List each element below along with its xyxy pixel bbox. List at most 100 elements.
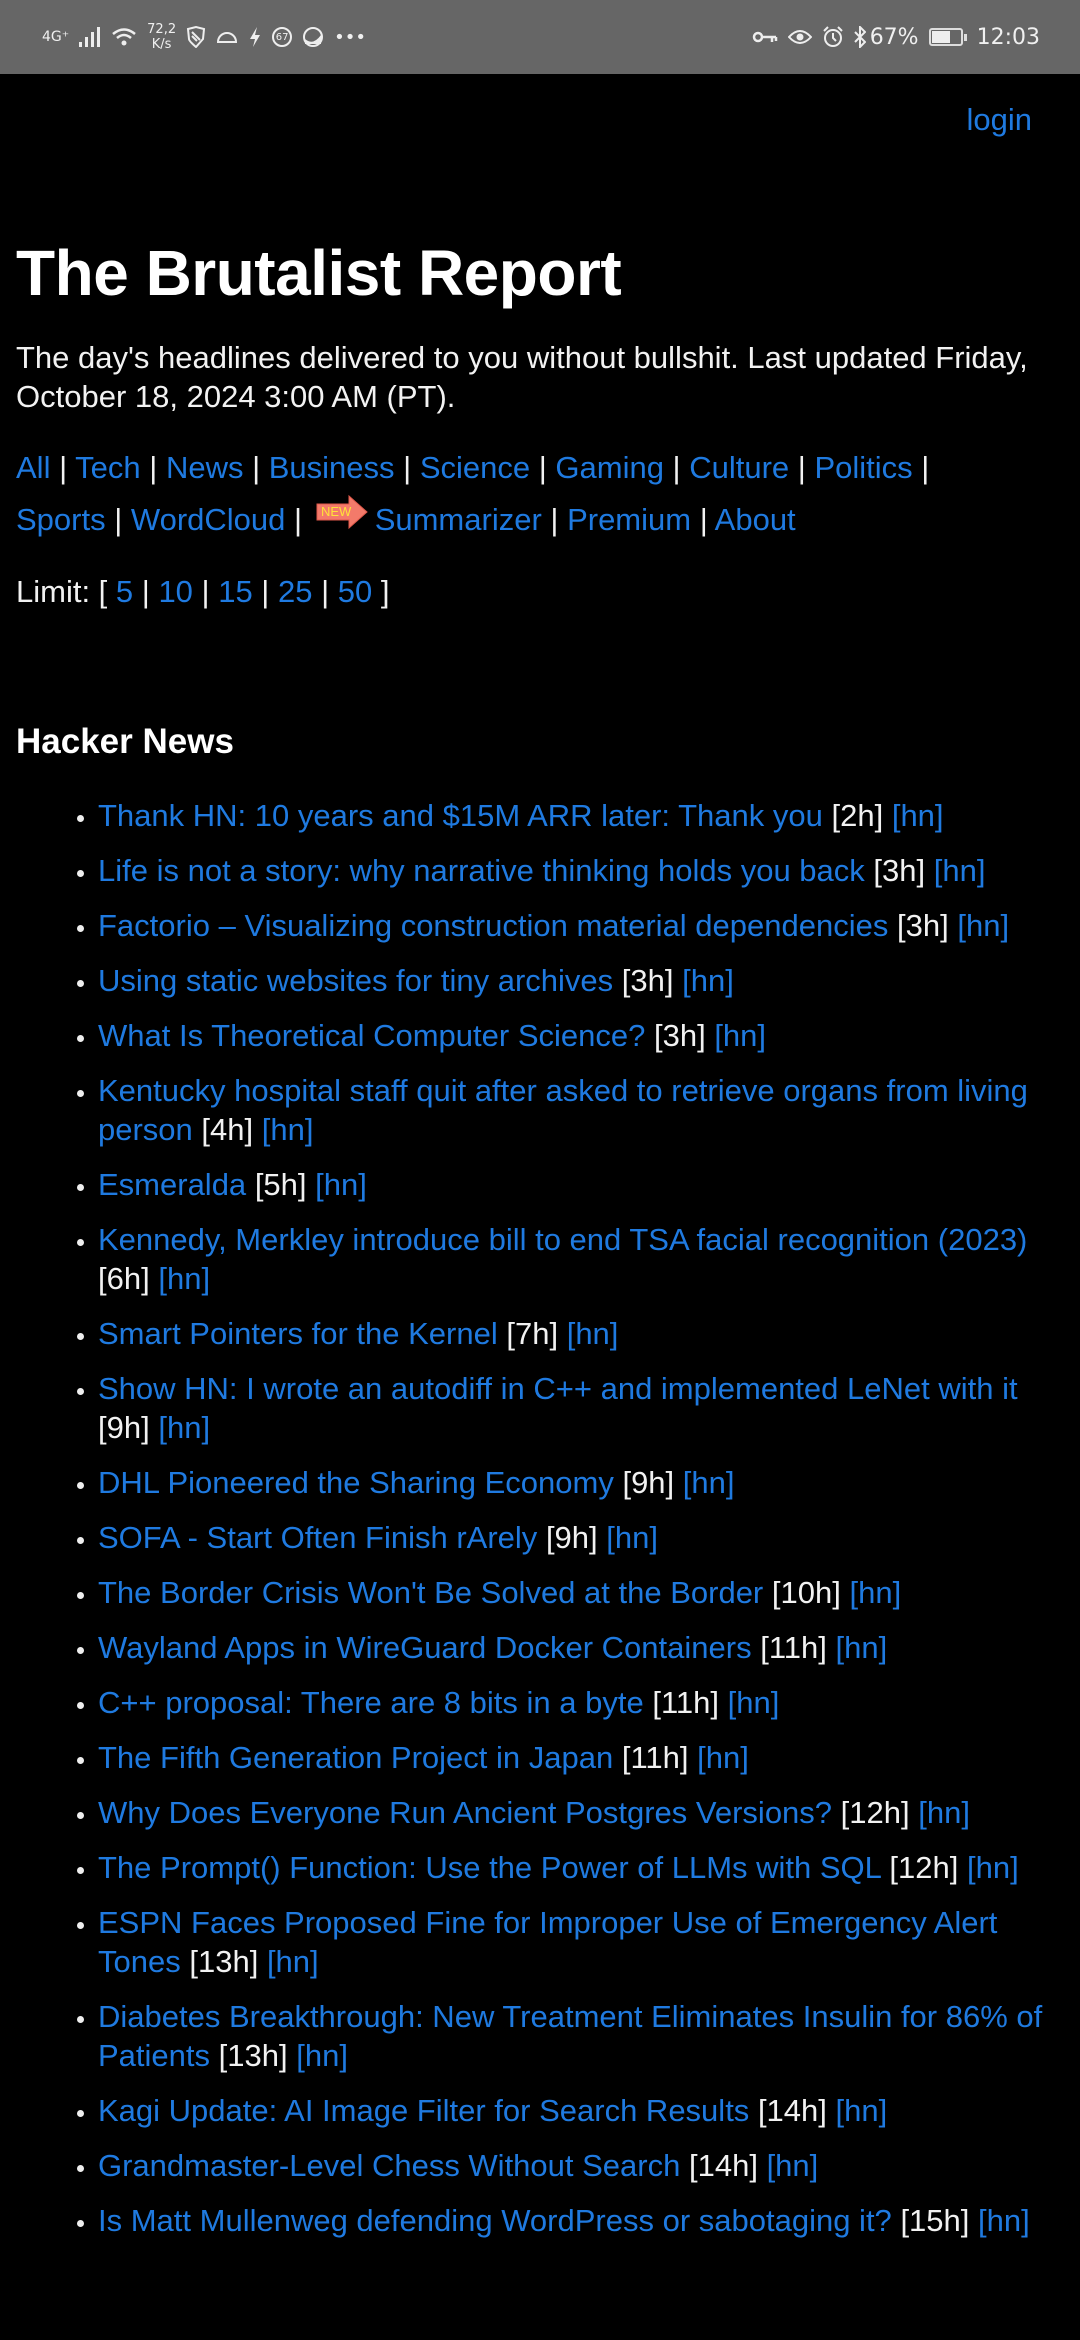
limit-selector: Limit: [ 5 | 10 | 15 | 25 | 50 ] — [16, 572, 1064, 612]
page-content: login The Brutalist Report The day's hea… — [0, 74, 1080, 2240]
headline-age: [12h] — [840, 1795, 910, 1830]
hn-discussion-link[interactable]: [hn] — [567, 1316, 619, 1351]
nav-separator: | — [663, 450, 690, 485]
headline-link[interactable]: Show HN: I wrote an autodiff in C++ and … — [98, 1371, 1018, 1406]
limit-option-50[interactable]: 50 — [338, 574, 372, 609]
limit-option-10[interactable]: 10 — [158, 574, 192, 609]
nav-culture[interactable]: Culture — [689, 450, 789, 485]
limit-option-5[interactable]: 5 — [116, 574, 133, 609]
hn-discussion-link[interactable]: [hn] — [606, 1520, 658, 1555]
headline-link[interactable]: What Is Theoretical Computer Science? — [98, 1018, 645, 1053]
hn-discussion-link[interactable]: [hn] — [835, 1630, 887, 1665]
headline-link[interactable]: The Fifth Generation Project in Japan — [98, 1740, 613, 1775]
nav-business[interactable]: Business — [269, 450, 395, 485]
headline-item: Life is not a story: why narrative think… — [98, 851, 1064, 890]
headline-age: [2h] — [831, 798, 884, 833]
headline-link[interactable]: DHL Pioneered the Sharing Economy — [98, 1465, 614, 1500]
tagline: The day's headlines delivered to you wit… — [16, 340, 1028, 414]
headline-age: [3h] — [653, 1018, 706, 1053]
shield-icon — [186, 26, 206, 48]
headline-item: Smart Pointers for the Kernel [7h] [hn] — [98, 1314, 1064, 1353]
hn-discussion-link[interactable]: [hn] — [296, 2038, 348, 2073]
headline-link[interactable]: Factorio – Visualizing construction mate… — [98, 908, 888, 943]
hn-discussion-link[interactable]: [hn] — [158, 1410, 210, 1445]
nav-tech[interactable]: Tech — [75, 450, 140, 485]
login-row: login — [16, 74, 1064, 142]
limit-separator: | — [252, 574, 278, 609]
nav-science[interactable]: Science — [420, 450, 530, 485]
new-arrow-icon: NEW — [315, 494, 369, 530]
nav-news[interactable]: News — [166, 450, 244, 485]
hn-discussion-link[interactable]: [hn] — [892, 798, 944, 833]
wifi-icon — [111, 27, 137, 47]
hn-discussion-link[interactable]: [hn] — [978, 2203, 1030, 2238]
nav-separator: | — [50, 450, 76, 485]
headline-link[interactable]: Kennedy, Merkley introduce bill to end T… — [98, 1222, 1027, 1257]
limit-option-15[interactable]: 15 — [218, 574, 252, 609]
headline-link[interactable]: Why Does Everyone Run Ancient Postgres V… — [98, 1795, 832, 1830]
headline-link[interactable]: Wayland Apps in WireGuard Docker Contain… — [98, 1630, 752, 1665]
headline-link[interactable]: Smart Pointers for the Kernel — [98, 1316, 498, 1351]
nav-all[interactable]: All — [16, 450, 50, 485]
headline-age: [11h] — [621, 1740, 689, 1775]
headline-link[interactable]: C++ proposal: There are 8 bits in a byte — [98, 1685, 644, 1720]
headline-link[interactable]: Grandmaster-Level Chess Without Search — [98, 2148, 680, 2183]
net-speed-unit: K/s — [151, 37, 172, 52]
hn-discussion-link[interactable]: [hn] — [682, 963, 734, 998]
hn-discussion-link[interactable]: [hn] — [836, 2093, 888, 2128]
hn-discussion-link[interactable]: [hn] — [714, 1018, 766, 1053]
headline-link[interactable]: The Prompt() Function: Use the Power of … — [98, 1850, 881, 1885]
nav-politics[interactable]: Politics — [814, 450, 912, 485]
headline-link[interactable]: Is Matt Mullenweg defending WordPress or… — [98, 2203, 892, 2238]
headline-item: Kentucky hospital staff quit after asked… — [98, 1071, 1064, 1149]
hn-discussion-link[interactable]: [hn] — [158, 1261, 210, 1296]
hn-discussion-link[interactable]: [hn] — [967, 1850, 1019, 1885]
app-notification-icon — [302, 26, 324, 48]
nav-premium[interactable]: Premium — [567, 502, 691, 537]
nav-sports[interactable]: Sports — [16, 502, 106, 537]
hn-discussion-link[interactable]: [hn] — [728, 1685, 780, 1720]
eye-icon — [787, 29, 812, 45]
headline-age: [12h] — [889, 1850, 959, 1885]
headline-link[interactable]: SOFA - Start Often Finish rArely — [98, 1520, 537, 1555]
headline-item: Factorio – Visualizing construction mate… — [98, 906, 1064, 945]
lightning-icon — [248, 26, 262, 48]
nav-separator: | — [530, 450, 556, 485]
hn-discussion-link[interactable]: [hn] — [683, 1465, 735, 1500]
notification-count-badge: 67 — [272, 27, 293, 47]
svg-text:NEW: NEW — [321, 504, 352, 519]
nav-wordcloud[interactable]: WordCloud — [131, 502, 286, 537]
hn-discussion-link[interactable]: [hn] — [315, 1167, 367, 1202]
nav-about[interactable]: About — [715, 502, 796, 537]
hn-discussion-link[interactable]: [hn] — [957, 908, 1009, 943]
nav-separator: | — [789, 450, 815, 485]
net-speed-value: 72,2 — [147, 22, 177, 37]
nav-separator: | — [394, 450, 420, 485]
hn-discussion-link[interactable]: [hn] — [849, 1575, 901, 1610]
headline-item: Is Matt Mullenweg defending WordPress or… — [98, 2201, 1064, 2240]
headline-link[interactable]: Esmeralda — [98, 1167, 246, 1202]
hn-discussion-link[interactable]: [hn] — [697, 1740, 749, 1775]
headline-age: [13h] — [189, 1944, 259, 1979]
hn-discussion-link[interactable]: [hn] — [934, 853, 986, 888]
login-link[interactable]: login — [967, 102, 1033, 137]
nav-gaming[interactable]: Gaming — [555, 450, 664, 485]
hn-discussion-link[interactable]: [hn] — [767, 2148, 819, 2183]
headline-link[interactable]: Life is not a story: why narrative think… — [98, 853, 865, 888]
headline-link[interactable]: Kagi Update: AI Image Filter for Search … — [98, 2093, 749, 2128]
bluetooth-icon — [853, 26, 866, 48]
page-title: The Brutalist Report — [16, 237, 622, 309]
headline-link[interactable]: The Border Crisis Won't Be Solved at the… — [98, 1575, 763, 1610]
headline-item: Kagi Update: AI Image Filter for Search … — [98, 2091, 1064, 2130]
hn-discussion-link[interactable]: [hn] — [918, 1795, 970, 1830]
headline-link[interactable]: Thank HN: 10 years and $15M ARR later: T… — [98, 798, 823, 833]
headline-link[interactable]: Using static websites for tiny archives — [98, 963, 613, 998]
nav-summarizer[interactable]: Summarizer — [375, 502, 542, 537]
hn-discussion-link[interactable]: [hn] — [262, 1112, 314, 1147]
limit-option-25[interactable]: 25 — [278, 574, 312, 609]
hn-discussion-link[interactable]: [hn] — [267, 1944, 319, 1979]
headline-age: [5h] — [254, 1167, 307, 1202]
headline-item: C++ proposal: There are 8 bits in a byte… — [98, 1683, 1064, 1722]
more-icon: ••• — [334, 26, 366, 48]
headline-item: ESPN Faces Proposed Fine for Improper Us… — [98, 1903, 1064, 1981]
